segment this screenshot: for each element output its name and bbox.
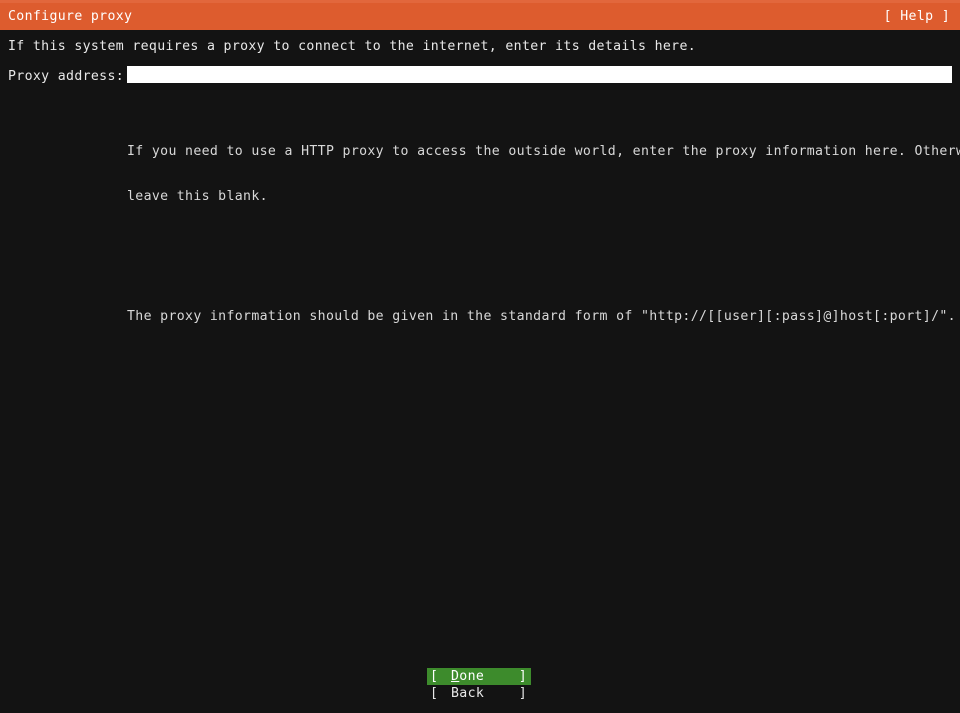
- bracket-right: ]: [518, 669, 527, 684]
- footer-buttons: [ Done ] [ Back ]: [427, 668, 533, 702]
- proxy-address-label: Proxy address:: [8, 69, 125, 84]
- done-label-rest: one: [459, 669, 485, 684]
- back-label-rest: ack: [459, 686, 485, 701]
- installer-screen: Configure proxy [ Help ] If this system …: [0, 0, 960, 713]
- help-line: The proxy information should be given in…: [127, 309, 956, 324]
- help-line: If you need to use a HTTP proxy to acces…: [127, 144, 960, 159]
- back-button-label: Back: [451, 685, 484, 702]
- back-button[interactable]: [ Back ]: [427, 685, 531, 702]
- bracket-left: [: [430, 669, 439, 684]
- intro-text: If this system requires a proxy to conne…: [8, 39, 697, 54]
- done-button[interactable]: [ Done ]: [427, 668, 531, 685]
- proxy-address-input[interactable]: [127, 66, 952, 83]
- bracket-right: ]: [518, 686, 527, 701]
- help-paragraph: If you need to use a HTTP proxy to acces…: [127, 114, 960, 234]
- help-line: leave this blank.: [127, 189, 268, 204]
- proxy-help-text: If you need to use a HTTP proxy to acces…: [127, 84, 960, 384]
- page-title: Configure proxy: [8, 9, 133, 24]
- window-header: Configure proxy [ Help ]: [0, 3, 960, 30]
- help-button[interactable]: [ Help ]: [884, 9, 950, 24]
- done-button-label: Done: [451, 668, 484, 685]
- help-paragraph: The proxy information should be given in…: [127, 279, 960, 354]
- bracket-left: [: [430, 686, 439, 701]
